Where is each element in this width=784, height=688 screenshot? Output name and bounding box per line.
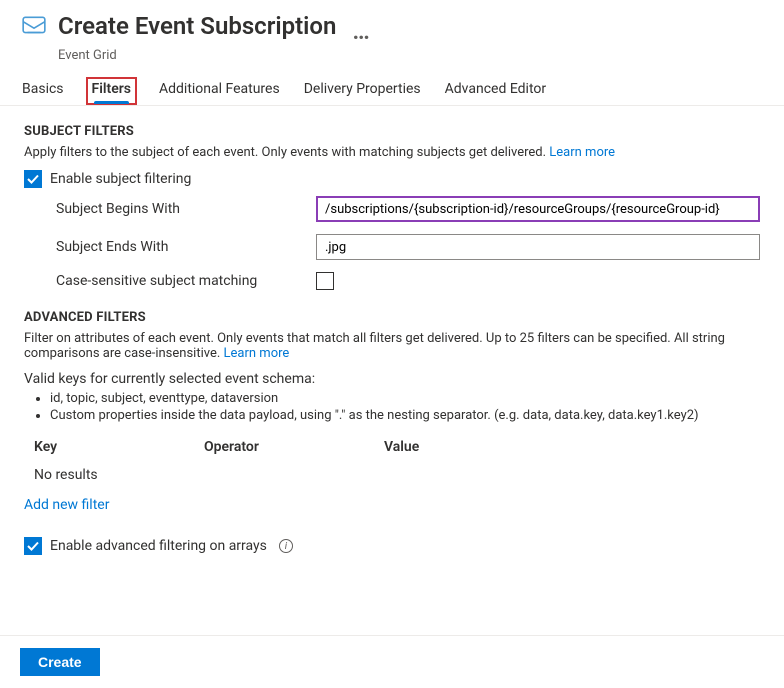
advanced-filters-learn-more-link[interactable]: Learn more — [224, 346, 290, 361]
subject-filters-title: SUBJECT FILTERS — [24, 124, 760, 139]
col-value: Value — [384, 439, 564, 455]
info-icon[interactable]: i — [279, 539, 293, 553]
list-item: id, topic, subject, eventtype, dataversi… — [50, 391, 760, 406]
tab-delivery-properties[interactable]: Delivery Properties — [302, 77, 423, 105]
no-results-label: No results — [34, 467, 760, 483]
tab-filters[interactable]: Filters — [86, 77, 137, 105]
filters-table-header: Key Operator Value — [24, 439, 760, 455]
tab-advanced-editor[interactable]: Advanced Editor — [443, 77, 548, 105]
add-new-filter-link[interactable]: Add new filter — [24, 497, 109, 513]
tabs-bar: Basics Filters Additional Features Deliv… — [0, 63, 784, 106]
enable-subject-filtering-checkbox[interactable] — [24, 170, 42, 188]
case-sensitive-label: Case-sensitive subject matching — [56, 273, 316, 289]
valid-keys-list: id, topic, subject, eventtype, dataversi… — [24, 391, 760, 423]
subject-filters-description: Apply filters to the subject of each eve… — [24, 145, 760, 160]
footer-bar: Create — [0, 635, 784, 688]
page-header: Create Event Subscription … Event Grid — [0, 0, 784, 63]
advanced-filters-description: Filter on attributes of each event. Only… — [24, 331, 760, 361]
page-subtitle: Event Grid — [58, 48, 370, 63]
enable-advanced-filtering-arrays-label: Enable advanced filtering on arrays — [50, 538, 267, 554]
tab-additional-features[interactable]: Additional Features — [157, 77, 282, 105]
create-button[interactable]: Create — [20, 648, 100, 676]
enable-advanced-filtering-arrays-checkbox[interactable] — [24, 537, 42, 555]
page-title: Create Event Subscription … — [58, 6, 370, 46]
subject-begins-with-label: Subject Begins With — [56, 201, 316, 217]
event-grid-icon — [20, 12, 48, 40]
subject-filters-learn-more-link[interactable]: Learn more — [549, 145, 615, 160]
subject-begins-with-input[interactable] — [316, 196, 760, 222]
valid-keys-heading: Valid keys for currently selected event … — [24, 371, 760, 387]
more-actions-button[interactable]: … — [352, 16, 369, 46]
enable-subject-filtering-label: Enable subject filtering — [50, 171, 191, 187]
subject-ends-with-label: Subject Ends With — [56, 239, 316, 255]
list-item: Custom properties inside the data payloa… — [50, 408, 760, 423]
col-key: Key — [24, 439, 204, 455]
content-area: SUBJECT FILTERS Apply filters to the sub… — [0, 106, 784, 555]
case-sensitive-checkbox[interactable] — [316, 272, 334, 290]
tab-basics[interactable]: Basics — [20, 77, 66, 105]
advanced-filters-title: ADVANCED FILTERS — [24, 310, 760, 325]
subject-ends-with-input[interactable] — [316, 234, 760, 260]
col-operator: Operator — [204, 439, 384, 455]
